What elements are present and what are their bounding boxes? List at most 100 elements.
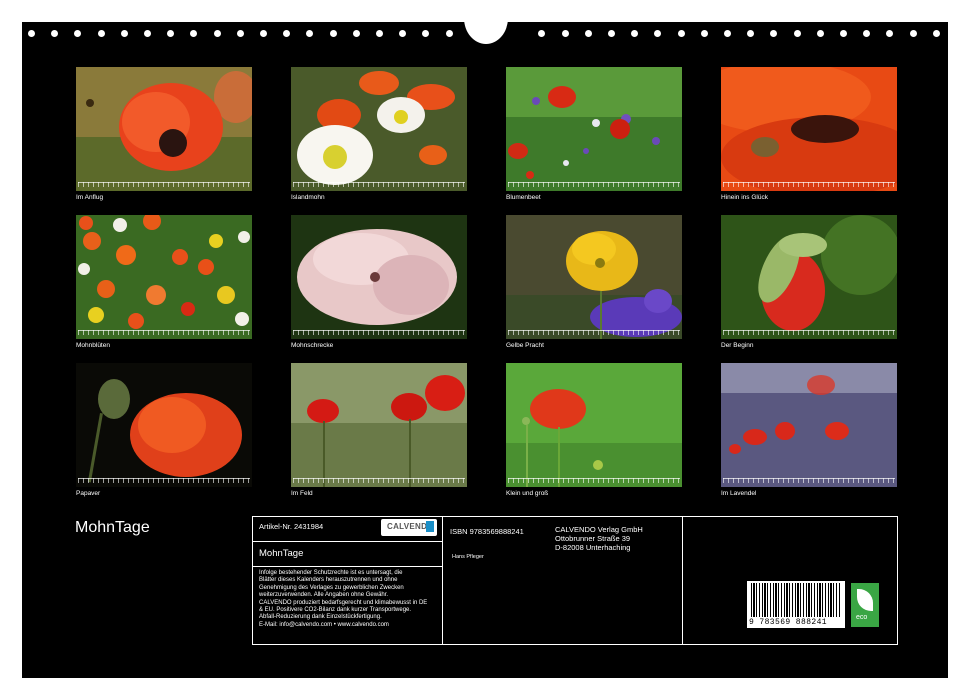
binding-hole — [747, 30, 755, 37]
notice-line: E-Mail: info@calvendo.com • www.calvendo… — [259, 621, 389, 628]
photo-caption: Klein und groß — [506, 490, 549, 497]
photo-tile[interactable]: Papaver — [76, 363, 252, 497]
binding-hole — [654, 30, 662, 37]
spiral-binding — [22, 0, 948, 44]
binding-hole — [840, 30, 847, 37]
divider — [682, 517, 683, 644]
photo-tile[interactable]: Islandmohn — [291, 67, 467, 201]
binding-hole — [120, 30, 128, 37]
eco-label: eco — [856, 614, 868, 621]
calendar-strip — [293, 478, 465, 483]
photo-caption: Papaver — [76, 490, 101, 497]
binding-hole — [97, 30, 105, 37]
title-box: MohnTage — [253, 541, 442, 567]
barcode-bars — [751, 583, 841, 617]
photo-tile[interactable]: Im Anflug — [76, 67, 252, 201]
photo-caption: Mohnblüten — [76, 342, 110, 349]
calendar-strip — [508, 478, 680, 483]
article-number: Artikel-Nr. 2431984 — [259, 522, 324, 531]
notice-line: Genehmigung des Verlages zu gewerblichen… — [259, 584, 404, 591]
photo-mohnschrecke — [291, 215, 467, 339]
binding-hole — [376, 30, 383, 37]
legal-notice: Infolge bestehender Schutzrechte ist es … — [259, 570, 441, 629]
publisher-line: CALVENDO Verlag GmbH — [555, 525, 643, 534]
calendar-strip — [78, 330, 250, 335]
binding-hole — [932, 30, 940, 37]
info-panel: Artikel-Nr. 2431984 CALVENDO MohnTage In… — [252, 516, 898, 645]
binding-hole — [816, 30, 824, 37]
binding-hole — [909, 30, 917, 37]
binding-hole — [236, 30, 244, 37]
photo-hinein-ins-glueck — [721, 67, 897, 191]
binding-hole — [886, 30, 894, 37]
binding-hole — [260, 30, 267, 37]
binding-hole — [28, 30, 35, 37]
notice-line: Infolge bestehender Schutzrechte ist es … — [259, 570, 403, 576]
binding-hole — [283, 30, 291, 37]
calendar-title: MohnTage — [75, 519, 150, 536]
calendar-strip — [293, 182, 465, 187]
calendar-strip — [293, 330, 465, 335]
divider — [442, 517, 443, 644]
hanger-notch — [464, 0, 508, 44]
eco-badge: eco — [851, 583, 879, 627]
isbn-barcode: 9 783569 888241 — [747, 581, 845, 628]
photo-mohnblueten — [76, 215, 252, 339]
binding-hole — [329, 30, 337, 37]
photo-papaver — [76, 363, 252, 487]
binding-hole — [399, 30, 407, 37]
binding-hole — [793, 30, 801, 37]
photo-caption: Im Feld — [291, 490, 313, 497]
photo-im-feld — [291, 363, 467, 487]
binding-hole — [538, 30, 546, 37]
photo-caption: Im Anflug — [76, 194, 104, 201]
isbn: ISBN 9783569888241 — [450, 527, 524, 536]
photo-tile[interactable]: Der Beginn — [721, 215, 897, 349]
calvendo-logo: CALVENDO — [381, 519, 437, 536]
photo-islandmohn — [291, 67, 467, 191]
barcode-number: 9 783569 888241 — [749, 618, 828, 627]
photo-caption: Mohnschrecke — [291, 342, 334, 349]
notice-line: Abfall-Reduzierung dank Einzelstückferti… — [259, 614, 382, 621]
photo-caption: Islandmohn — [291, 194, 325, 201]
product-title: MohnTage — [259, 548, 304, 559]
binding-hole — [608, 30, 615, 37]
photo-caption: Der Beginn — [721, 342, 754, 349]
photo-caption: Im Lavendel — [721, 490, 757, 497]
photo-tile[interactable]: Mohnblüten — [76, 215, 252, 349]
binding-hole — [584, 30, 592, 37]
photo-klein-und-gross — [506, 363, 682, 487]
photo-tile[interactable]: Gelbe Pracht — [506, 215, 682, 349]
photo-der-beginn — [721, 215, 897, 339]
binding-hole — [51, 30, 59, 37]
binding-hole — [144, 30, 151, 37]
publisher-line: D-82008 Unterhaching — [555, 543, 631, 552]
binding-hole — [677, 30, 685, 37]
photo-tile[interactable]: Klein und groß — [506, 363, 682, 497]
publisher-line: Ottobrunner Straße 39 — [555, 534, 631, 543]
calendar-strip — [78, 182, 250, 187]
photo-tile[interactable]: Mohnschrecke — [291, 215, 467, 349]
photo-tile[interactable]: Im Feld — [291, 363, 467, 497]
photo-caption: Gelbe Pracht — [506, 342, 544, 349]
calendar-strip — [723, 330, 895, 335]
photo-caption: Hinein ins Glück — [721, 194, 768, 201]
calendar-strip — [723, 182, 895, 187]
binding-hole — [422, 30, 430, 37]
calendar-back-page: Im Anflug Islandmohn Blumenbeet Hinein i… — [22, 0, 948, 678]
binding-hole — [306, 30, 314, 37]
binding-hole — [167, 30, 175, 37]
photo-tile[interactable]: Hinein ins Glück — [721, 67, 897, 201]
binding-hole — [561, 30, 569, 37]
binding-hole — [700, 30, 708, 37]
photo-tile[interactable]: Im Lavendel — [721, 363, 897, 497]
photo-tile[interactable]: Blumenbeet — [506, 67, 682, 201]
binding-hole — [352, 30, 360, 37]
logo-mark — [426, 521, 434, 532]
author: Hans Pfleger — [452, 554, 484, 560]
calendar-strip — [508, 330, 680, 335]
binding-hole — [213, 30, 221, 37]
photo-gelbe-pracht — [506, 215, 682, 339]
calendar-strip — [723, 478, 895, 483]
calendar-strip — [508, 182, 680, 187]
